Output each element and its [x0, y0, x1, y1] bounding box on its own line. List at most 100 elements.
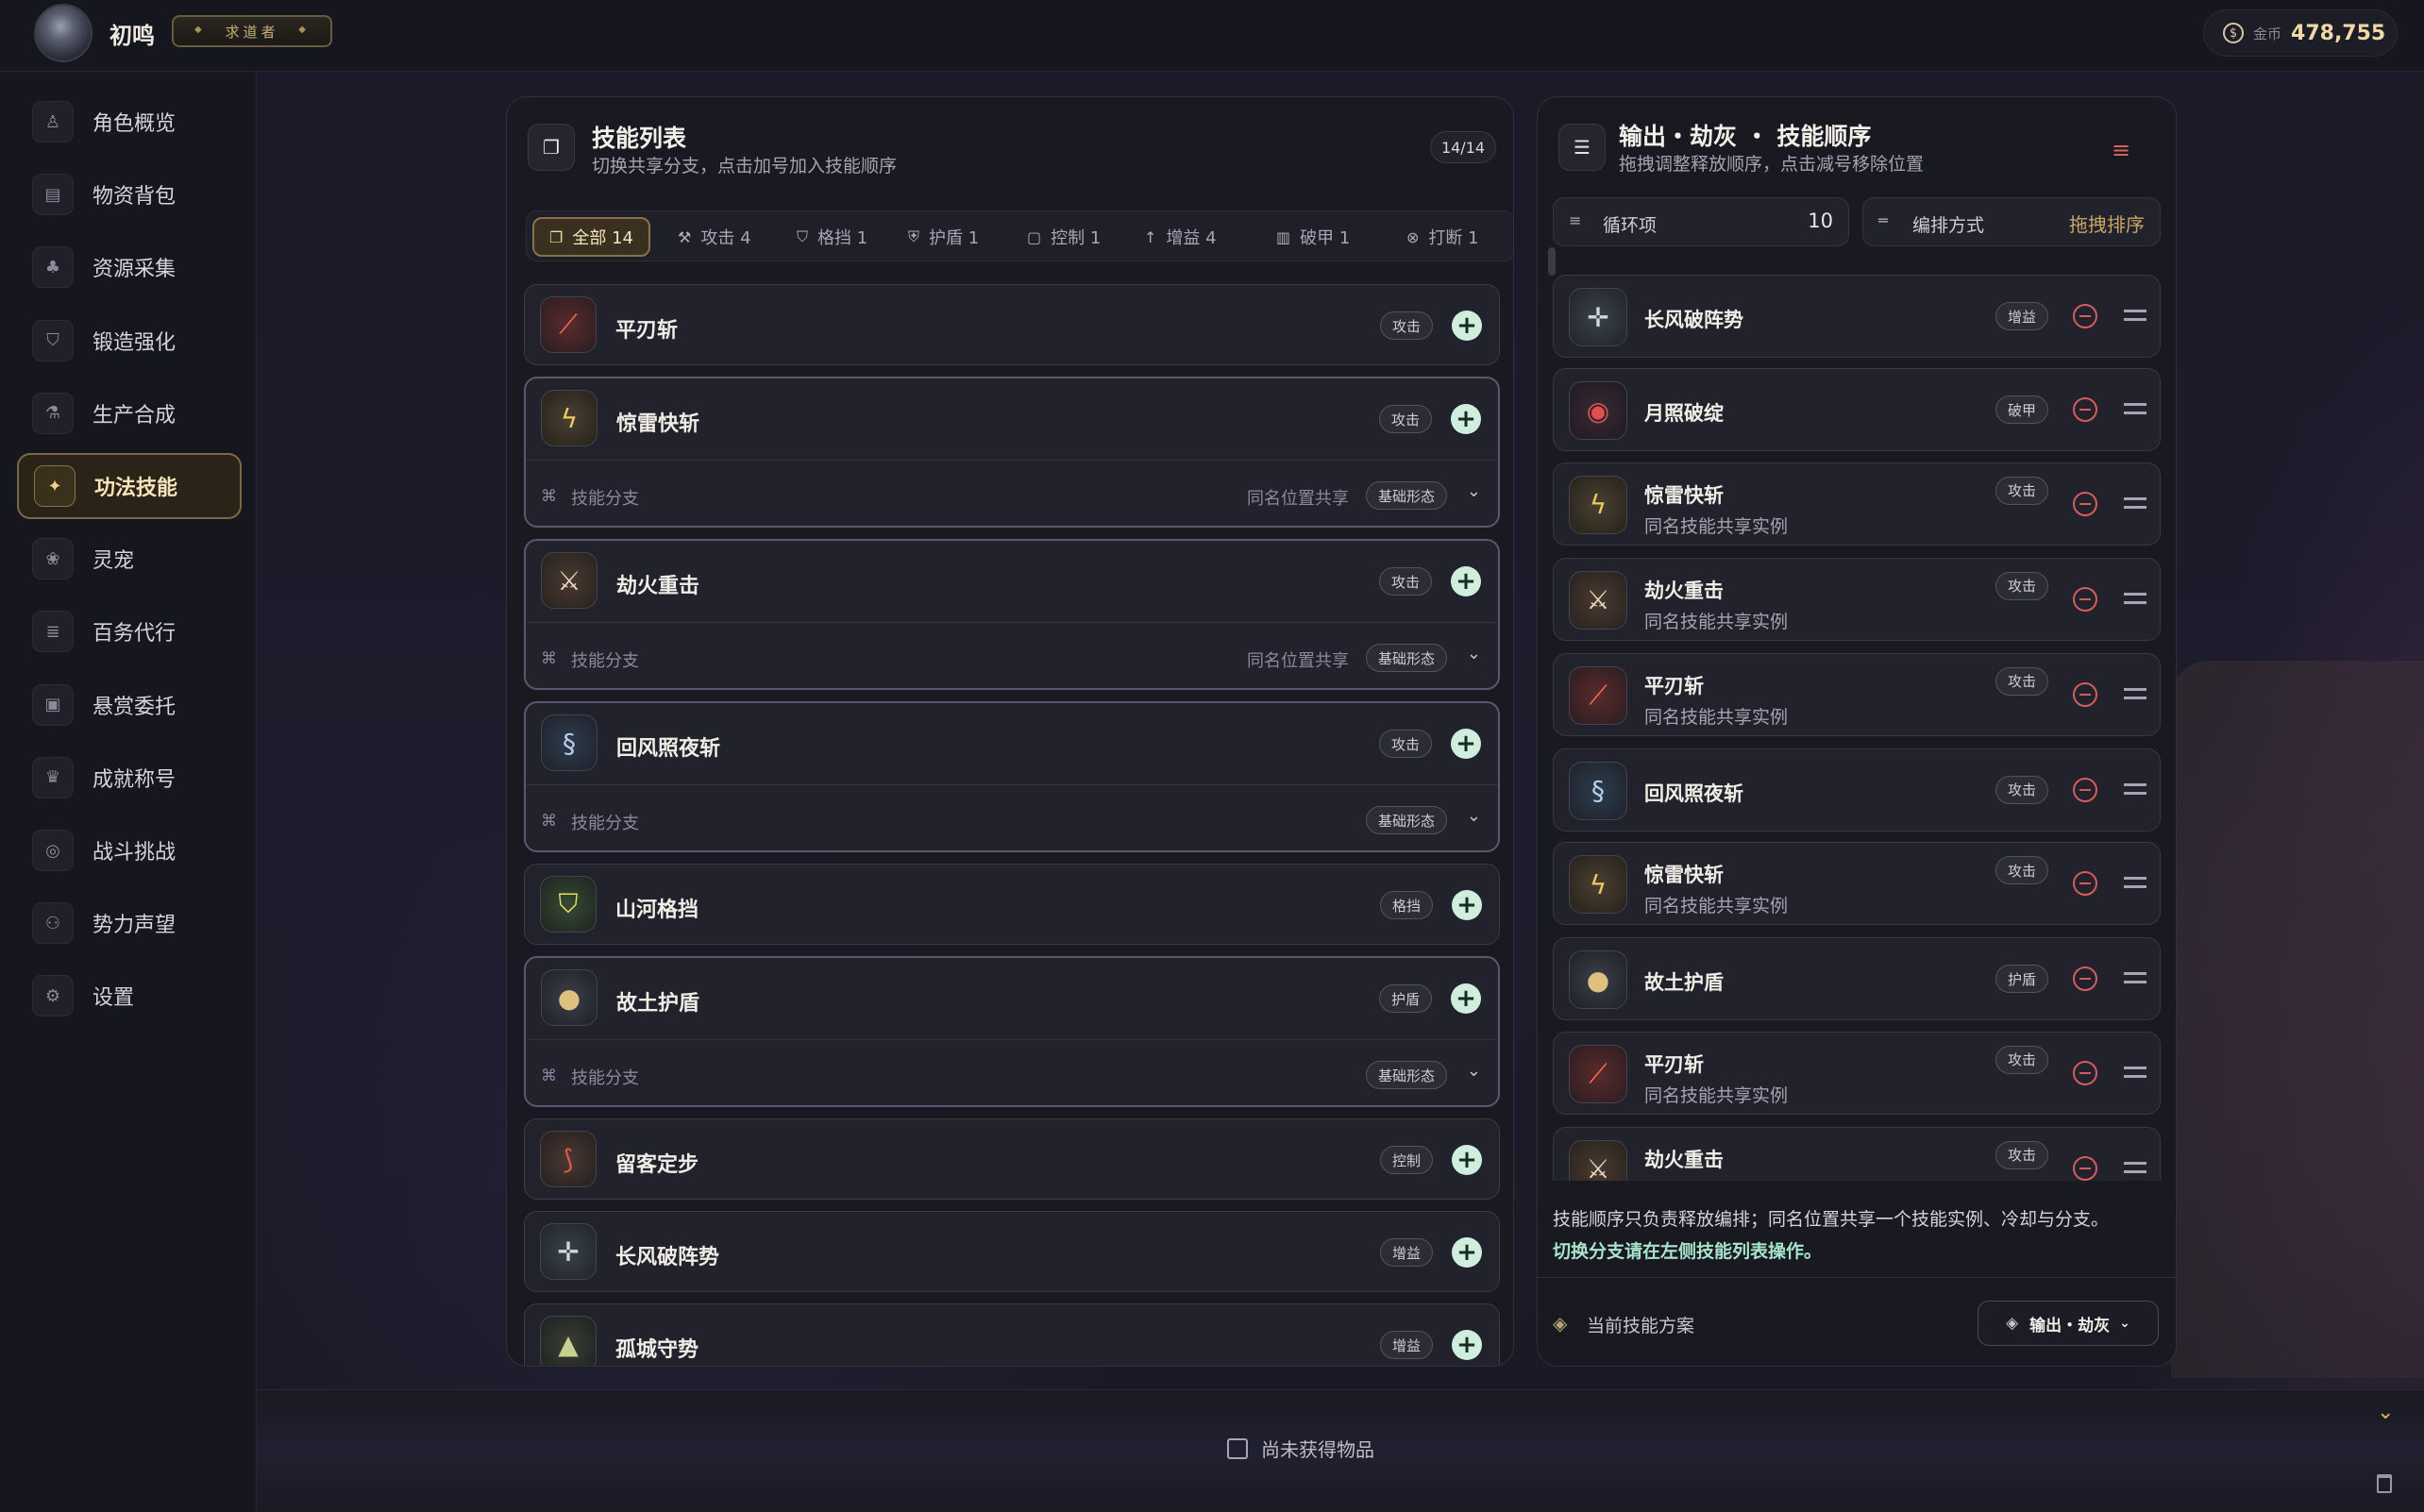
drag-handle-icon[interactable]	[2124, 1066, 2146, 1078]
sequence-item[interactable]: ● 故土护盾 护盾	[1553, 937, 2161, 1021]
drag-handle-icon[interactable]	[2124, 877, 2146, 889]
sequence-item[interactable]: ⚔ 劫火重击同名技能共享实例 攻击	[1553, 1126, 2161, 1181]
filter-tab[interactable]: ⊗ 打断 1	[1406, 217, 1479, 257]
remove-button[interactable]	[2073, 777, 2097, 802]
sidebar-item[interactable]: ▣ 悬赏委托	[17, 672, 242, 738]
remove-button[interactable]	[2073, 491, 2097, 516]
sidebar-item[interactable]: ♛ 成就称号	[17, 745, 242, 811]
drag-handle-icon[interactable]	[2124, 687, 2146, 699]
remove-button[interactable]	[2073, 304, 2097, 328]
chevron-down-icon[interactable]: ⌄	[1467, 806, 1481, 826]
skill-card[interactable]: ⟋ 平刃斩 攻击 +	[524, 284, 1500, 365]
sidebar-item-label: 百务代行	[93, 622, 177, 647]
drag-handle-icon[interactable]	[2124, 310, 2146, 321]
loop-value[interactable]: 10	[1808, 210, 1833, 232]
gold-counter: $ 金币 478,755	[2203, 9, 2398, 57]
sequence-item[interactable]: ✛ 长风破阵势 增益	[1553, 275, 2161, 358]
sequence-item[interactable]: ⟋ 平刃斩 同名技能共享实例 攻击	[1553, 1031, 2161, 1115]
filter-tab[interactable]: ⛉ 格挡 1	[797, 217, 867, 257]
skill-card[interactable]: ⟆ 留客定步 控制 +	[524, 1118, 1500, 1200]
sidebar-item[interactable]: ⚗ 生产合成	[17, 380, 242, 446]
sequence-scrollbar[interactable]	[1548, 247, 1556, 276]
add-skill-button[interactable]: +	[1452, 890, 1482, 920]
drag-handle-icon[interactable]	[2124, 1161, 2146, 1173]
arrange-field[interactable]: ═ 编排方式 拖拽排序	[1862, 197, 2161, 246]
add-skill-button[interactable]: +	[1451, 729, 1481, 759]
sidebar-item[interactable]: ♙ 角色概览	[17, 89, 242, 155]
avatar[interactable]	[34, 4, 93, 62]
filter-tab[interactable]: ▥ 破甲 1	[1276, 217, 1350, 257]
filter-tab[interactable]: ↑ 增益 4	[1144, 217, 1217, 257]
remove-button[interactable]	[2073, 1060, 2097, 1085]
add-skill-button[interactable]: +	[1452, 311, 1482, 341]
sequence-item[interactable]: ◉ 月照破绽 破甲	[1553, 368, 2161, 452]
chevron-down-icon[interactable]: ⌄	[1467, 481, 1481, 501]
form-tag[interactable]: 基础形态	[1365, 644, 1447, 672]
skill-branch-row[interactable]: ⌘ 技能分支 同名位置共享 基础形态 ⌄	[526, 460, 1498, 529]
add-skill-button[interactable]: +	[1451, 566, 1481, 596]
filter-tab[interactable]: ▢ 控制 1	[1027, 217, 1101, 257]
paw-icon: ❀	[32, 538, 74, 580]
preset-dropdown[interactable]: ◈ 输出・劫灰 ⌄	[1978, 1301, 2159, 1346]
sidebar-item[interactable]: ✦ 功法技能	[17, 453, 242, 519]
drag-handle-icon[interactable]	[2124, 782, 2146, 795]
lightning-icon: ϟ	[541, 390, 598, 446]
sidebar-item[interactable]: ≣ 百务代行	[17, 598, 242, 664]
remove-button[interactable]	[2073, 586, 2097, 612]
skill-branch-row[interactable]: ⌘ 技能分支 基础形态 ⌄	[526, 1039, 1498, 1109]
skill-branch-row[interactable]: ⌘ 技能分支 基础形态 ⌄	[526, 784, 1498, 854]
skill-card[interactable]: ⛉ 山河格挡 格挡 +	[524, 864, 1500, 945]
add-skill-button[interactable]: +	[1452, 1330, 1482, 1360]
sequence-menu-icon[interactable]: ≡	[2112, 137, 2130, 163]
add-skill-button[interactable]: +	[1451, 983, 1481, 1014]
drag-handle-icon[interactable]	[2124, 403, 2146, 415]
remove-button[interactable]	[2073, 871, 2097, 897]
loop-field[interactable]: ≡ 循环项 10	[1553, 197, 1849, 246]
filter-tab[interactable]: ⛨ 护盾 1	[908, 217, 979, 257]
sequence-item[interactable]: ϟ 惊雷快斩 同名技能共享实例 攻击	[1553, 462, 2161, 546]
remove-button[interactable]	[2073, 681, 2097, 707]
sequence-item[interactable]: ϟ 惊雷快斩 同名技能共享实例 攻击	[1553, 842, 2161, 926]
add-skill-button[interactable]: +	[1452, 1237, 1482, 1268]
form-tag[interactable]: 基础形态	[1365, 481, 1447, 510]
cancel-icon: ⊗	[1406, 227, 1420, 246]
skill-card[interactable]: ● 故土护盾 护盾 + ⌘ 技能分支 基础形态 ⌄	[524, 956, 1500, 1107]
remove-button[interactable]	[2073, 966, 2097, 992]
arrange-value[interactable]: 拖拽排序	[2069, 210, 2145, 237]
drag-handle-icon[interactable]	[2124, 496, 2146, 509]
sidebar-item[interactable]: ⛉ 锻造强化	[17, 308, 242, 374]
chevron-down-icon[interactable]: ⌄	[1467, 644, 1481, 664]
filter-tab[interactable]: ⚒ 攻击 4	[678, 217, 751, 257]
form-tag[interactable]: 基础形态	[1365, 1061, 1447, 1089]
sidebar-item[interactable]: ❀ 灵宠	[17, 526, 242, 592]
add-skill-button[interactable]: +	[1451, 404, 1481, 434]
sequence-item-tag: 攻击	[1995, 856, 2048, 885]
skill-card[interactable]: ϟ 惊雷快斩 攻击 + ⌘ 技能分支 同名位置共享 基础形态 ⌄	[524, 377, 1500, 528]
sequence-item[interactable]: § 回风照夜斩 攻击	[1553, 748, 2161, 832]
drag-handle-icon[interactable]	[2124, 592, 2146, 604]
trash-icon[interactable]	[2377, 1474, 2392, 1493]
skill-card[interactable]: ✛ 长风破阵势 增益 +	[524, 1211, 1500, 1292]
add-skill-button[interactable]: +	[1452, 1145, 1482, 1175]
skill-count-badge: 14/14	[1430, 131, 1496, 163]
skill-branch-row[interactable]: ⌘ 技能分支 同名位置共享 基础形态 ⌄	[526, 622, 1498, 692]
drag-handle-icon[interactable]	[2124, 972, 2146, 984]
sequence-item[interactable]: ⟋ 平刃斩 同名技能共享实例 攻击	[1553, 652, 2161, 736]
sidebar-item[interactable]: ♣ 资源采集	[17, 234, 242, 300]
skill-card[interactable]: ▲ 孤城守势 增益 +	[524, 1303, 1500, 1366]
sidebar-item[interactable]: ▤ 物资背包	[17, 161, 242, 227]
skill-card[interactable]: § 回风照夜斩 攻击 + ⌘ 技能分支 基础形态 ⌄	[524, 701, 1500, 852]
filter-tab[interactable]: ❐ 全部 14	[532, 217, 650, 257]
sequence-item-tag: 攻击	[1995, 571, 2048, 600]
form-tag[interactable]: 基础形态	[1365, 806, 1447, 834]
chevron-down-icon[interactable]: ⌄	[2377, 1401, 2394, 1424]
sidebar-item[interactable]: ◎ 战斗挑战	[17, 817, 242, 883]
sequence-item[interactable]: ⚔ 劫火重击同名技能共享实例 攻击	[1553, 557, 2161, 641]
skill-card[interactable]: ⚔ 劫火重击 攻击 + ⌘ 技能分支 同名位置共享 基础形态 ⌄	[524, 539, 1500, 690]
sidebar-item[interactable]: ⚇ 势力声望	[17, 890, 242, 956]
remove-button[interactable]	[2073, 397, 2097, 423]
sidebar-item[interactable]: ⚙ 设置	[17, 963, 242, 1029]
remove-button[interactable]	[2073, 1155, 2097, 1181]
layers-icon: ◈	[1553, 1312, 1568, 1335]
chevron-down-icon[interactable]: ⌄	[1467, 1061, 1481, 1081]
